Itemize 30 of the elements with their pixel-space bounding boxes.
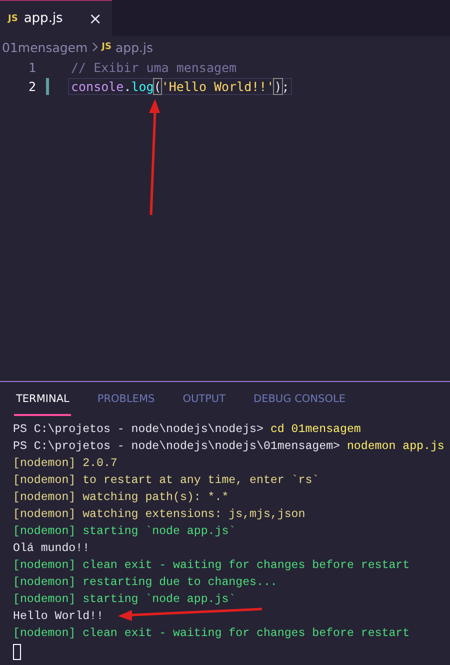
terminal-line: [nodemon] 2.0.7 <box>13 456 118 472</box>
chevron-icon <box>92 42 98 52</box>
terminal-prompt: PS C:\projetos - node\nodejs\nodejs\01mensagem> <box>13 440 340 453</box>
terminal-command: nodemon app.js <box>346 440 444 453</box>
terminal-line: [nodemon] watching path(s): *.* <box>13 490 229 506</box>
breadcrumb-item[interactable]: 01mensagem <box>2 40 88 54</box>
terminal-line: [nodemon] restarting due to changes... <box>13 575 278 591</box>
js-file-icon: JS <box>8 14 18 24</box>
terminal-prompt: PS C:\projetos - node\nodejs\nodejs> <box>13 423 264 436</box>
close-icon[interactable]: × <box>88 9 102 28</box>
breadcrumb-item[interactable]: app.js <box>116 40 154 54</box>
panel-tab[interactable]: OUTPUT <box>180 393 228 416</box>
terminal-line: Olá mundo!! <box>13 541 90 557</box>
js-file-icon: JS <box>102 42 112 52</box>
line-number: 2 <box>27 79 36 94</box>
terminal-cursor <box>13 644 21 660</box>
terminal-line: [nodemon] clean exit - waiting for changes before restart <box>13 558 410 574</box>
panel-tab[interactable]: DEBUG CONSOLE <box>252 393 348 416</box>
terminal-line: [nodemon] to restart at any time, enter `rs` <box>13 473 320 489</box>
panel-tab[interactable]: TERMINAL <box>14 393 72 416</box>
line-number: 1 <box>27 60 36 75</box>
terminal-command: cd 01mensagem <box>270 423 361 436</box>
editor-tab[interactable]: JS app.js × <box>0 0 112 36</box>
terminal-line: [nodemon] starting `node app.js` <box>13 592 236 608</box>
terminal-line: [nodemon] clean exit - waiting for changes before restart <box>13 626 410 642</box>
code-line: // Exibir uma mensagem <box>70 59 238 76</box>
terminal-line: [nodemon] watching extensions: js,mjs,json <box>13 507 306 523</box>
terminal-line: [nodemon] starting `node app.js` <box>13 524 236 540</box>
terminal-line: Hello World!! <box>13 609 104 625</box>
panel-tab[interactable]: PROBLEMS <box>95 393 157 416</box>
